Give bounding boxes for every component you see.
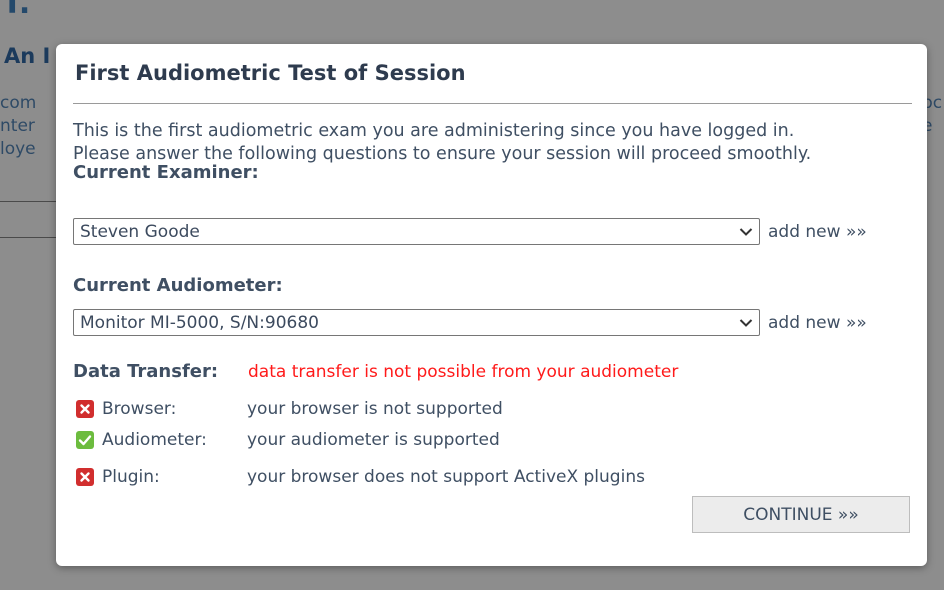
audiometer-label: Current Audiometer: <box>73 275 283 296</box>
background-text-left-2: nter <box>0 116 35 136</box>
intro-line-1: This is the first audiometric exam you a… <box>73 121 795 141</box>
background-text-left-1: com <box>0 93 37 113</box>
continue-button[interactable]: CONTINUE »» <box>692 496 910 533</box>
background-heading: An I <box>4 44 51 68</box>
chevron-down-icon <box>733 318 759 328</box>
error-x-icon <box>76 468 94 486</box>
examiner-selected-value: Steven Goode <box>80 221 200 242</box>
chevron-down-icon <box>733 227 759 237</box>
data-transfer-label: Data Transfer: <box>73 361 219 382</box>
examiner-select[interactable]: Steven Goode <box>73 218 760 245</box>
check-row-plugin: Plugin: your browser does not support Ac… <box>76 467 645 487</box>
audiometer-select[interactable]: Monitor MI-5000, S/N:90680 <box>73 309 760 336</box>
check-row-audiometer: Audiometer: your audiometer is supported <box>76 430 500 450</box>
background-divider <box>0 237 60 238</box>
check-message: your audiometer is supported <box>247 430 500 450</box>
background-logo: T. <box>2 0 32 21</box>
examiner-label: Current Examiner: <box>73 162 259 183</box>
success-check-icon <box>76 431 94 449</box>
background-divider <box>0 201 60 202</box>
error-x-icon <box>76 400 94 418</box>
first-test-dialog: First Audiometric Test of Session This i… <box>56 44 927 566</box>
dialog-intro: This is the first audiometric exam you a… <box>73 120 811 166</box>
audiometer-selected-value: Monitor MI-5000, S/N:90680 <box>80 312 319 333</box>
check-name: Browser: <box>102 399 177 419</box>
check-row-browser: Browser: your browser is not supported <box>76 399 503 419</box>
check-message: your browser is not supported <box>247 399 503 419</box>
add-new-examiner-link[interactable]: add new »» <box>768 222 867 242</box>
check-name: Audiometer: <box>102 430 207 450</box>
dialog-title: First Audiometric Test of Session <box>75 61 466 85</box>
background-text-left-3: loye <box>0 139 36 159</box>
check-name: Plugin: <box>102 467 160 487</box>
check-message: your browser does not support ActiveX pl… <box>247 467 645 487</box>
data-transfer-status: data transfer is not possible from your … <box>248 362 679 382</box>
title-divider <box>73 103 912 104</box>
add-new-audiometer-link[interactable]: add new »» <box>768 313 867 333</box>
